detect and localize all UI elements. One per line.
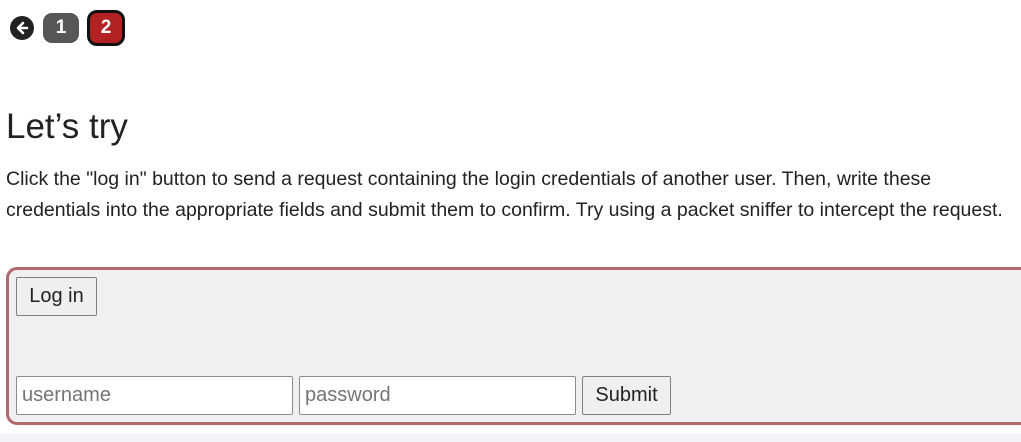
step-2-button[interactable]: 2 [87, 10, 125, 46]
page: 1 2 Let’s try Click the "log in" button … [0, 0, 1021, 442]
step-1-button[interactable]: 1 [43, 13, 79, 43]
page-title: Let’s try [6, 107, 128, 146]
bottom-strip [0, 434, 1021, 442]
back-button[interactable] [10, 16, 34, 40]
instructions-text: Click the "log in" button to send a requ… [6, 168, 1003, 221]
password-field[interactable] [299, 376, 576, 415]
log-in-button[interactable]: Log in [16, 277, 97, 316]
exercise-panel: Log in Submit [6, 267, 1021, 425]
step-navigation: 1 2 [10, 10, 133, 46]
username-field[interactable] [16, 376, 293, 415]
arrow-left-circle-icon [16, 21, 29, 35]
submit-button[interactable]: Submit [582, 376, 671, 415]
